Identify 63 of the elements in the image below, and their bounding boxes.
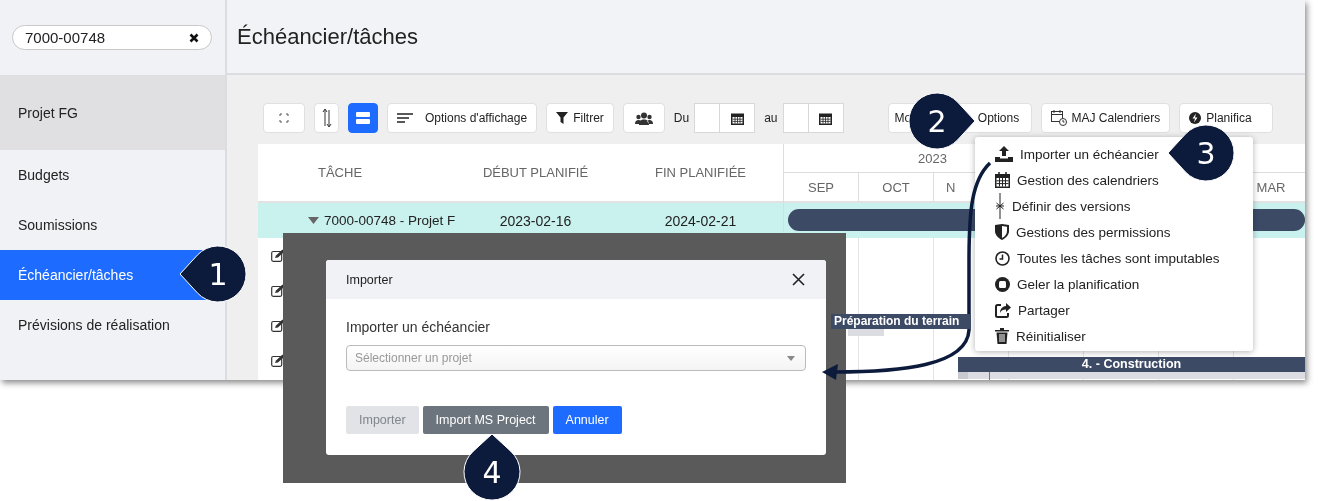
- dialog-button[interactable]: Import MS Project: [422, 406, 549, 434]
- share-icon: [995, 302, 1011, 318]
- edit-icon[interactable]: [271, 284, 285, 297]
- calendar-clock-icon: [1050, 110, 1067, 126]
- update-calendars-button[interactable]: MAJ Calendriers: [1040, 103, 1171, 133]
- stop-icon: [995, 276, 1010, 292]
- clock-icon: [995, 250, 1010, 266]
- month-header: SEP: [784, 173, 859, 201]
- edit-icon[interactable]: [271, 354, 285, 367]
- to-label: au: [764, 111, 778, 125]
- field-label: Importer un échéancier: [346, 319, 491, 335]
- start-date-field[interactable]: [694, 103, 756, 133]
- column-header[interactable]: TÂCHE: [258, 165, 453, 180]
- from-label: Du: [673, 111, 690, 125]
- calendar-icon[interactable]: [730, 111, 744, 125]
- calendar-icon: [995, 172, 1010, 188]
- search-value: 7000-00748: [25, 29, 106, 46]
- task-name: 7000-00748 - Projet F: [324, 213, 456, 228]
- trash-icon: [995, 328, 1009, 344]
- menu-item[interactable]: Partager: [995, 297, 1070, 323]
- menu-item[interactable]: Importer un échéancier: [995, 141, 1159, 167]
- column-header[interactable]: DÉBUT PLANIFIÉ: [453, 165, 618, 180]
- menu-item[interactable]: Réinitialiser: [995, 323, 1086, 349]
- team-button[interactable]: [622, 103, 665, 133]
- dialog-title: Importer: [346, 272, 393, 287]
- caret-icon: [787, 355, 795, 361]
- table-cell-text: 2024-02-21: [663, 212, 738, 229]
- filter-icon: [556, 112, 569, 124]
- column-header[interactable]: FIN PLANIFIÉE: [618, 165, 783, 180]
- lines-icon: [397, 113, 413, 123]
- menu-item[interactable]: Toutes les tâches sont imputables: [995, 245, 1220, 271]
- expand-icon: [279, 113, 289, 123]
- dialog-button[interactable]: Annuler: [552, 406, 622, 434]
- sidebar-item[interactable]: Soumissions: [0, 200, 225, 250]
- menu-item[interactable]: Geler la planification: [995, 271, 1140, 297]
- close-icon[interactable]: [792, 273, 805, 286]
- asterisk-line-icon: [995, 193, 1005, 219]
- users-icon: [634, 111, 653, 125]
- bolt-circle-icon: [1189, 112, 1202, 124]
- filter-button[interactable]: Filtrer: [546, 103, 614, 133]
- server-icon: [356, 111, 370, 125]
- project-item[interactable]: Projet FG: [0, 75, 225, 150]
- display-options-button[interactable]: Options d'affichage: [387, 103, 538, 133]
- task-bar[interactable]: 4. - Construction: [958, 357, 1305, 372]
- month-header: OCT: [859, 173, 934, 201]
- upload-icon: [995, 146, 1013, 162]
- calendar-icon[interactable]: [819, 111, 832, 125]
- clear-icon[interactable]: [189, 32, 199, 43]
- table-cell-text: 2023-02-16: [498, 212, 573, 229]
- vertical-arrows-icon: [321, 108, 332, 128]
- edit-icon[interactable]: [271, 319, 285, 332]
- edit-icon[interactable]: [271, 249, 285, 262]
- menu-item[interactable]: Gestions des permissions: [995, 219, 1171, 245]
- end-date-field[interactable]: [782, 103, 844, 133]
- caret-icon[interactable]: [308, 217, 319, 224]
- shield-icon: [995, 224, 1009, 240]
- view-toggle-button[interactable]: [348, 103, 378, 133]
- row-height-button[interactable]: [314, 103, 339, 133]
- task-bar[interactable]: Préparation du terrain: [831, 314, 971, 329]
- search-field[interactable]: 7000-00748: [12, 25, 212, 50]
- page-title: Échéancier/tâches: [237, 23, 418, 50]
- sidebar-item[interactable]: Prévisions de réalisation: [0, 300, 225, 350]
- sidebar-item[interactable]: Budgets: [0, 150, 225, 200]
